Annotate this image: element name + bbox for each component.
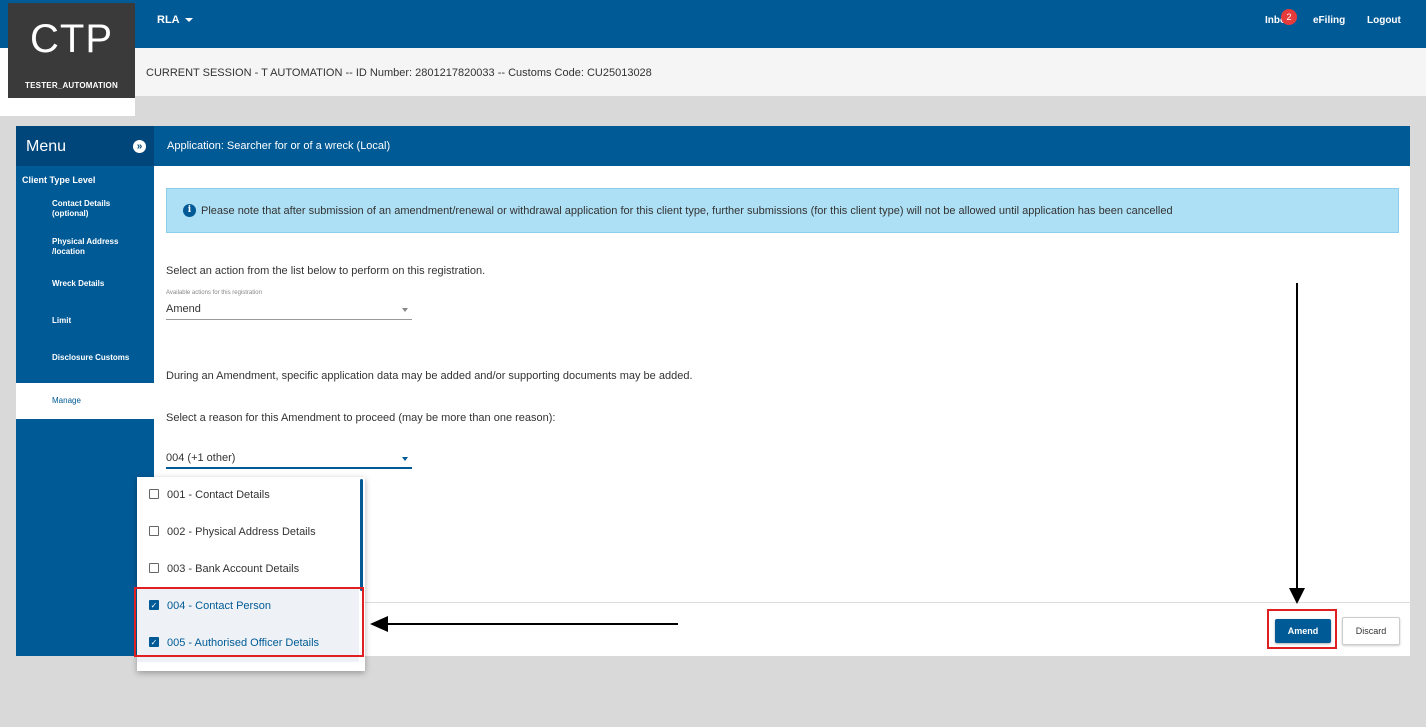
- arrow-down-head: [1289, 588, 1305, 604]
- annotation-arrows: [370, 283, 1305, 632]
- arrow-left-head: [370, 616, 388, 632]
